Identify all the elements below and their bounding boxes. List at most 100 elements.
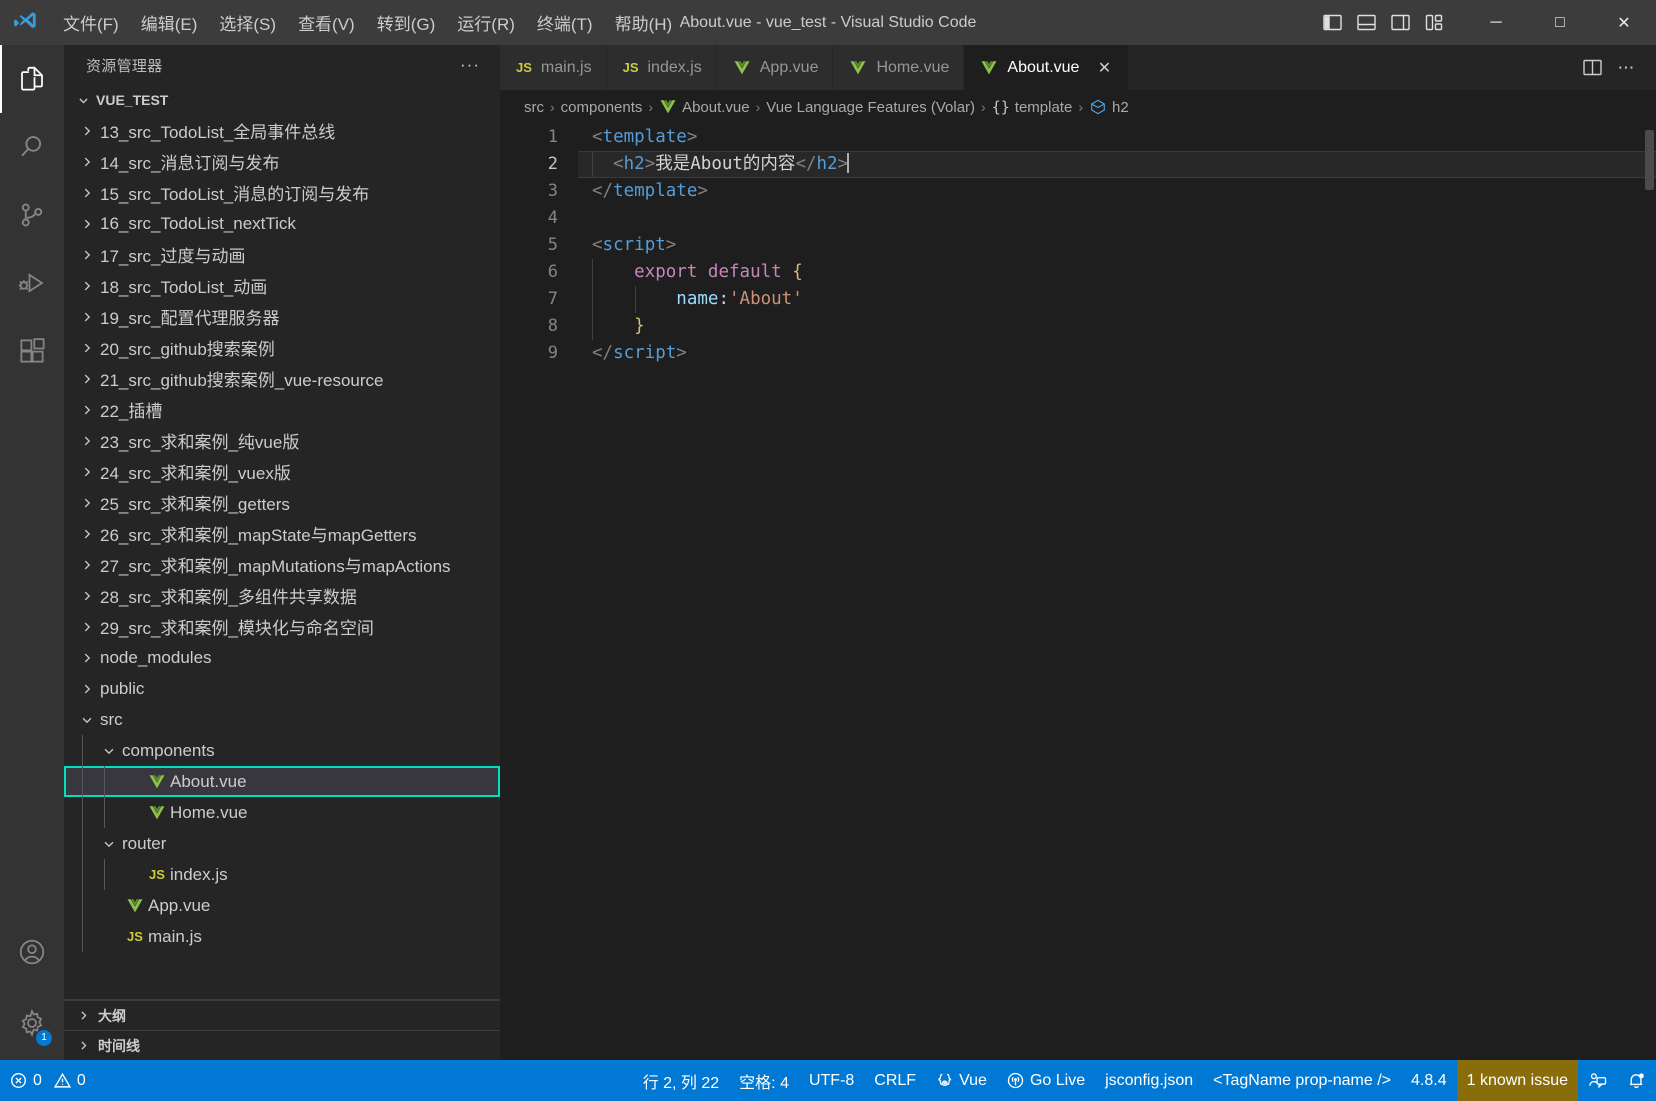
toggle-secondary-sidebar-icon[interactable] <box>1384 7 1416 39</box>
menu-selection[interactable]: 选择(S) <box>208 0 287 45</box>
breadcrumb-item[interactable]: h2 <box>1089 98 1129 116</box>
customize-layout-icon[interactable] <box>1418 7 1450 39</box>
tree-file-row[interactable]: Home.vue <box>64 797 500 828</box>
workspace-root-header[interactable]: VUE_TEST <box>64 85 500 115</box>
tree-folder-row[interactable]: 17_src_过度与动画 <box>64 239 500 270</box>
code-line[interactable]: <template> <box>578 124 1656 151</box>
tree-folder-row[interactable]: 22_插槽 <box>64 394 500 425</box>
status-go-live[interactable]: Go Live <box>997 1060 1095 1101</box>
breadcrumb-item[interactable]: src <box>524 99 544 116</box>
code-content[interactable]: <template> <h2>我是About的内容</h2> </template… <box>578 124 1656 1060</box>
editor-scrollbar[interactable] <box>1642 124 1656 1060</box>
editor-tab[interactable]: Home.vue <box>833 45 965 90</box>
breadcrumb-item[interactable]: About.vue <box>659 98 750 116</box>
tree-folder-row[interactable]: 16_src_TodoList_nextTick <box>64 208 500 239</box>
outline-panel-header[interactable]: 大纲 <box>64 1000 500 1030</box>
window-minimize-button[interactable]: ─ <box>1464 0 1528 45</box>
tree-indent-guide <box>82 797 83 828</box>
file-tree[interactable]: 13_src_TodoList_全局事件总线 14_src_消息订阅与发布 15_s… <box>64 115 500 999</box>
tab-close-icon[interactable]: ✕ <box>1094 58 1114 78</box>
tree-folder-row[interactable]: 13_src_TodoList_全局事件总线 <box>64 115 500 146</box>
tree-folder-row[interactable]: components <box>64 735 500 766</box>
status-language-mode[interactable]: Vue <box>926 1060 997 1101</box>
menu-go[interactable]: 转到(G) <box>366 0 447 45</box>
status-editor-position[interactable]: 行 2, 列 22 <box>633 1060 729 1101</box>
timeline-panel-header[interactable]: 时间线 <box>64 1030 500 1060</box>
code-line[interactable] <box>578 205 1656 232</box>
tree-folder-row[interactable]: 29_src_求和案例_模块化与命名空间 <box>64 611 500 642</box>
tree-file-row[interactable]: App.vue <box>64 890 500 921</box>
editor-tab[interactable]: App.vue <box>716 45 834 90</box>
explorer-more-actions-icon[interactable]: ··· <box>454 55 486 75</box>
code-line[interactable]: export default { <box>578 259 1656 286</box>
chevron-right-icon <box>74 372 100 386</box>
menu-terminal[interactable]: 终端(T) <box>526 0 604 45</box>
tree-folder-row[interactable]: 23_src_求和案例_纯vue版 <box>64 425 500 456</box>
status-tsconfig[interactable]: jsconfig.json <box>1095 1060 1203 1101</box>
tree-folder-row[interactable]: src <box>64 704 500 735</box>
editor-tab[interactable]: JS main.js <box>500 45 607 90</box>
tree-folder-row[interactable]: 26_src_求和案例_mapState与mapGetters <box>64 518 500 549</box>
editor-more-actions-icon[interactable]: ⋯ <box>1610 52 1642 84</box>
tree-folder-row[interactable]: 15_src_TodoList_消息的订阅与发布 <box>64 177 500 208</box>
status-feedback[interactable] <box>1578 1060 1617 1101</box>
tree-folder-row[interactable]: 27_src_求和案例_mapMutations与mapActions <box>64 549 500 580</box>
title-bar: 文件(F) 编辑(E) 选择(S) 查看(V) 转到(G) 运行(R) 终端(T… <box>0 0 1656 45</box>
code-line[interactable]: <h2>我是About的内容</h2> <box>578 151 1656 178</box>
tree-folder-row[interactable]: 20_src_github搜索案例 <box>64 332 500 363</box>
status-notifications[interactable] <box>1617 1060 1656 1101</box>
menu-view[interactable]: 查看(V) <box>287 0 366 45</box>
activity-accounts-icon[interactable] <box>0 918 64 986</box>
editor-tab[interactable]: About.vue ✕ <box>964 45 1130 90</box>
tree-folder-row[interactable]: router <box>64 828 500 859</box>
menu-edit[interactable]: 编辑(E) <box>130 0 209 45</box>
tree-folder-row[interactable]: 25_src_求和案例_getters <box>64 487 500 518</box>
tree-file-row[interactable]: JS main.js <box>64 921 500 952</box>
toggle-primary-sidebar-icon[interactable] <box>1316 7 1348 39</box>
window-maximize-button[interactable]: □ <box>1528 0 1592 45</box>
tree-folder-row[interactable]: 14_src_消息订阅与发布 <box>64 146 500 177</box>
activity-search-icon[interactable] <box>0 113 64 181</box>
tree-folder-row[interactable]: 21_src_github搜索案例_vue-resource <box>64 363 500 394</box>
status-vue-tagname[interactable]: <TagName prop-name /> <box>1203 1060 1401 1101</box>
code-line[interactable]: </template> <box>578 178 1656 205</box>
status-encoding[interactable]: UTF-8 <box>799 1060 864 1101</box>
status-eol[interactable]: CRLF <box>864 1060 926 1101</box>
menu-run[interactable]: 运行(R) <box>446 0 526 45</box>
window-close-button[interactable]: ✕ <box>1592 0 1656 45</box>
broadcast-icon <box>1007 1072 1024 1089</box>
status-problems[interactable]: 0 0 <box>0 1060 96 1101</box>
tree-file-row[interactable]: About.vue <box>64 766 500 797</box>
tree-folder-row[interactable]: public <box>64 673 500 704</box>
menu-help[interactable]: 帮助(H) <box>604 0 684 45</box>
activity-run-debug-icon[interactable] <box>0 249 64 317</box>
menu-file[interactable]: 文件(F) <box>52 0 130 45</box>
breadcrumb-item[interactable]: components <box>561 99 643 116</box>
code-line[interactable]: name:'About' <box>578 286 1656 313</box>
tree-folder-row[interactable]: 18_src_TodoList_动画 <box>64 270 500 301</box>
breadcrumb-item[interactable]: {} template <box>992 98 1073 116</box>
breadcrumb-item[interactable]: Vue Language Features (Volar) <box>766 99 975 116</box>
editor-scrollbar-thumb[interactable] <box>1645 130 1654 190</box>
activity-explorer-icon[interactable] <box>0 45 64 113</box>
tree-file-row[interactable]: JS index.js <box>64 859 500 890</box>
tree-folder-row[interactable]: 19_src_配置代理服务器 <box>64 301 500 332</box>
split-editor-icon[interactable] <box>1576 52 1608 84</box>
activity-source-control-icon[interactable] <box>0 181 64 249</box>
activity-manage-gear-icon[interactable]: 1 <box>0 986 64 1060</box>
code-token: </ <box>592 343 614 363</box>
activity-extensions-icon[interactable] <box>0 317 64 385</box>
editor-tab[interactable]: JS index.js <box>606 45 717 90</box>
status-typescript-version[interactable]: 4.8.4 <box>1401 1060 1457 1101</box>
code-editor[interactable]: 123456789 <template> <h2>我是About的内容</h2>… <box>500 124 1656 1060</box>
code-line[interactable]: </script> <box>578 340 1656 367</box>
code-line[interactable]: } <box>578 313 1656 340</box>
tree-folder-row[interactable]: node_modules <box>64 642 500 673</box>
toggle-panel-icon[interactable] <box>1350 7 1382 39</box>
tree-folder-row[interactable]: 24_src_求和案例_vuex版 <box>64 456 500 487</box>
status-known-issues[interactable]: 1 known issue <box>1456 1060 1578 1101</box>
code-line[interactable]: <script> <box>578 232 1656 259</box>
tree-folder-row[interactable]: 28_src_求和案例_多组件共享数据 <box>64 580 500 611</box>
status-indentation[interactable]: 空格: 4 <box>729 1060 799 1101</box>
